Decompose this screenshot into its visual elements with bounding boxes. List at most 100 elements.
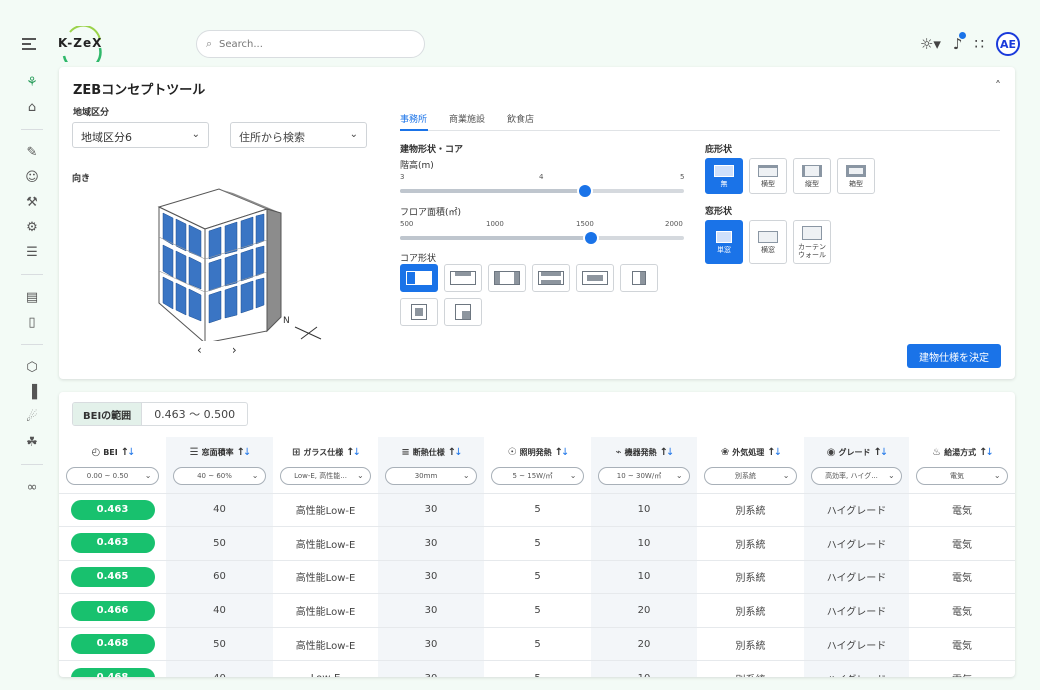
column-filter-value: 別系統 [734, 472, 756, 480]
tab-office[interactable]: 事務所 [400, 112, 427, 125]
table-cell: 10 [591, 526, 697, 561]
window-shape-icon [716, 230, 732, 243]
sort-arrows-icon[interactable]: ↑↓ [767, 447, 782, 458]
table-cell: 高性能Low-E [273, 492, 378, 527]
floor-height-slider[interactable] [400, 185, 684, 197]
sort-arrows-icon[interactable]: ↑↓ [237, 447, 252, 458]
window-option-single[interactable]: 単窓 [705, 220, 743, 264]
book-icon[interactable]: ▯ [20, 310, 44, 334]
column-filter-select[interactable]: 別系統 ⌄ [704, 467, 797, 485]
table-cell: Low-E [273, 660, 378, 677]
floor-height-tick: 5 [680, 173, 685, 181]
table-row[interactable]: 0.468 40Low-E30510別系統ハイグレード電気 [59, 660, 1015, 677]
eaves-option-box[interactable]: 箱型 [837, 158, 875, 194]
column-filter-select[interactable]: 40 ~ 60% ⌄ [173, 467, 266, 485]
core-option-square[interactable] [400, 298, 438, 326]
window-option-curtain-wall[interactable]: カーテンウォール [793, 220, 831, 264]
link-icon[interactable]: ∞ [20, 475, 44, 499]
table-row[interactable]: 0.463 40 高性能Low-E 30 5 10 別系統 ハイグレード 電気 [59, 492, 1015, 527]
user-settings-icon[interactable]: ⚙ [20, 215, 44, 239]
core-option-both-ends[interactable] [488, 264, 526, 292]
column-filter-select[interactable]: 5 ~ 15W/㎡ ⌄ [491, 467, 584, 485]
chevron-down-icon: ⌄ [569, 471, 577, 480]
light-bulb-icon: ☉ [507, 446, 517, 458]
core-option-side[interactable] [400, 264, 438, 292]
active-tab-indicator [400, 129, 428, 131]
core-shape-icon [455, 304, 471, 320]
eaves-option-vertical[interactable]: 縦型 [793, 158, 831, 194]
floor-area-slider-thumb[interactable] [585, 232, 598, 244]
user-signal-icon[interactable]: ☺ [20, 165, 44, 189]
decide-spec-button[interactable]: 建物仕様を決定 [907, 344, 1001, 368]
sort-arrows-icon[interactable]: ↑↓ [448, 447, 463, 458]
tab-restaurant[interactable]: 飲食店 [507, 112, 534, 125]
sort-arrows-icon[interactable]: ↑↓ [979, 447, 994, 458]
rotate-right-icon[interactable]: › [232, 343, 267, 357]
table-row[interactable]: 0.468 50 高性能Low-E 30 5 20 別系統 ハイグレード 電気 [59, 626, 1015, 661]
column-filter-select[interactable]: 0.00 ~ 0.50 ⌄ [66, 467, 159, 485]
floor-area-tick: 500 [400, 220, 414, 228]
core-option-right[interactable] [620, 264, 658, 292]
cube-icon[interactable]: ⬡ [20, 355, 44, 379]
table-row[interactable]: 0.463 50 高性能Low-E 30 5 10 別系統 ハイグレード 電気 [59, 526, 1015, 561]
logo[interactable]: K-ZeX [56, 24, 106, 72]
sort-arrows-icon[interactable]: ↑↓ [555, 447, 570, 458]
search-box[interactable]: ⌕ [196, 30, 425, 58]
eaves-option-label: 箱型 [849, 179, 863, 188]
sort-arrows-icon[interactable]: ↑↓ [346, 447, 361, 458]
eaves-option-none[interactable]: 無 [705, 158, 743, 194]
menu-icon[interactable] [22, 38, 36, 53]
address-search-select[interactable]: 住所から検索 ⌄ [230, 122, 367, 148]
floor-area-slider[interactable] [400, 232, 684, 244]
plant-icon[interactable]: ☘ [20, 430, 44, 454]
floor-height-tick: 3 [400, 173, 405, 181]
table-cell: 電気 [909, 559, 1015, 594]
notification-bell-icon[interactable]: ♪ [953, 32, 967, 53]
bar-chart-icon[interactable]: ▐ [20, 380, 44, 404]
floor-area-tick: 1000 [486, 220, 504, 228]
column-header: ≡ 断熱仕様 ↑↓ 30mm ⌄ [378, 437, 484, 493]
edit-list-icon[interactable]: ✎ [20, 140, 44, 164]
sort-arrows-icon[interactable]: ↑↓ [873, 447, 888, 458]
collapse-chevron-icon[interactable]: ˄ [995, 79, 1001, 93]
core-option-top-bottom[interactable] [532, 264, 570, 292]
chevron-down-icon: ⌄ [349, 129, 358, 140]
rotate-left-icon[interactable]: ‹ [197, 343, 232, 357]
column-filter-select[interactable]: Low-E, 高性能... ⌄ [280, 467, 371, 485]
search-input[interactable] [219, 36, 409, 52]
home-icon[interactable]: ⌂ [20, 95, 44, 119]
region-select[interactable]: 地域区分6 ⌄ [72, 122, 209, 148]
database-icon[interactable]: ▤ [20, 285, 44, 309]
leaf-icon[interactable]: ⚘ [20, 70, 44, 94]
table-row[interactable]: 0.465 60 高性能Low-E 30 5 10 別系統 ハイグレード 電気 [59, 559, 1015, 594]
tab-commercial[interactable]: 商業施設 [449, 112, 485, 125]
sort-arrows-icon[interactable]: ↑↓ [121, 447, 136, 458]
avatar[interactable]: AE [996, 32, 1020, 56]
chevron-down-icon: ⌄ [144, 471, 152, 480]
building-3d-view[interactable] [155, 181, 325, 341]
eaves-shape-icon [846, 164, 866, 177]
document-icon[interactable]: ☰ [20, 240, 44, 264]
eaves-option-horizontal[interactable]: 横型 [749, 158, 787, 194]
window-option-horizontal[interactable]: 横窓 [749, 220, 787, 264]
column-filter-select[interactable]: 高効率, ハイグ... ⌄ [811, 467, 902, 485]
table-cell: 0.468 [59, 626, 166, 661]
column-filter-select[interactable]: 電気 ⌄ [916, 467, 1008, 485]
column-filter-select[interactable]: 10 ~ 30W/㎡ ⌄ [598, 467, 690, 485]
column-filter-select[interactable]: 30mm ⌄ [385, 467, 477, 485]
chevron-down-icon: ⌄ [191, 129, 200, 140]
theme-sun-icon[interactable]: ☼▾ [920, 35, 941, 53]
table-row[interactable]: 0.466 40 高性能Low-E 30 5 20 別系統 ハイグレード 電気 [59, 593, 1015, 628]
sort-arrows-icon[interactable]: ↑↓ [660, 447, 675, 458]
gauge-icon: ◴ [91, 446, 101, 458]
floor-height-slider-thumb[interactable] [578, 185, 591, 197]
core-option-top[interactable] [444, 264, 482, 292]
tools-icon[interactable]: ⚒ [20, 190, 44, 214]
chevron-down-icon: ⌄ [462, 471, 470, 480]
table-cell: 別系統 [697, 559, 804, 594]
apps-grid-icon[interactable]: ∷ [974, 35, 984, 53]
core-option-center[interactable] [576, 264, 614, 292]
satellite-icon[interactable]: ☄ [20, 405, 44, 429]
column-label: グレード [838, 447, 871, 457]
core-option-corner[interactable] [444, 298, 482, 326]
